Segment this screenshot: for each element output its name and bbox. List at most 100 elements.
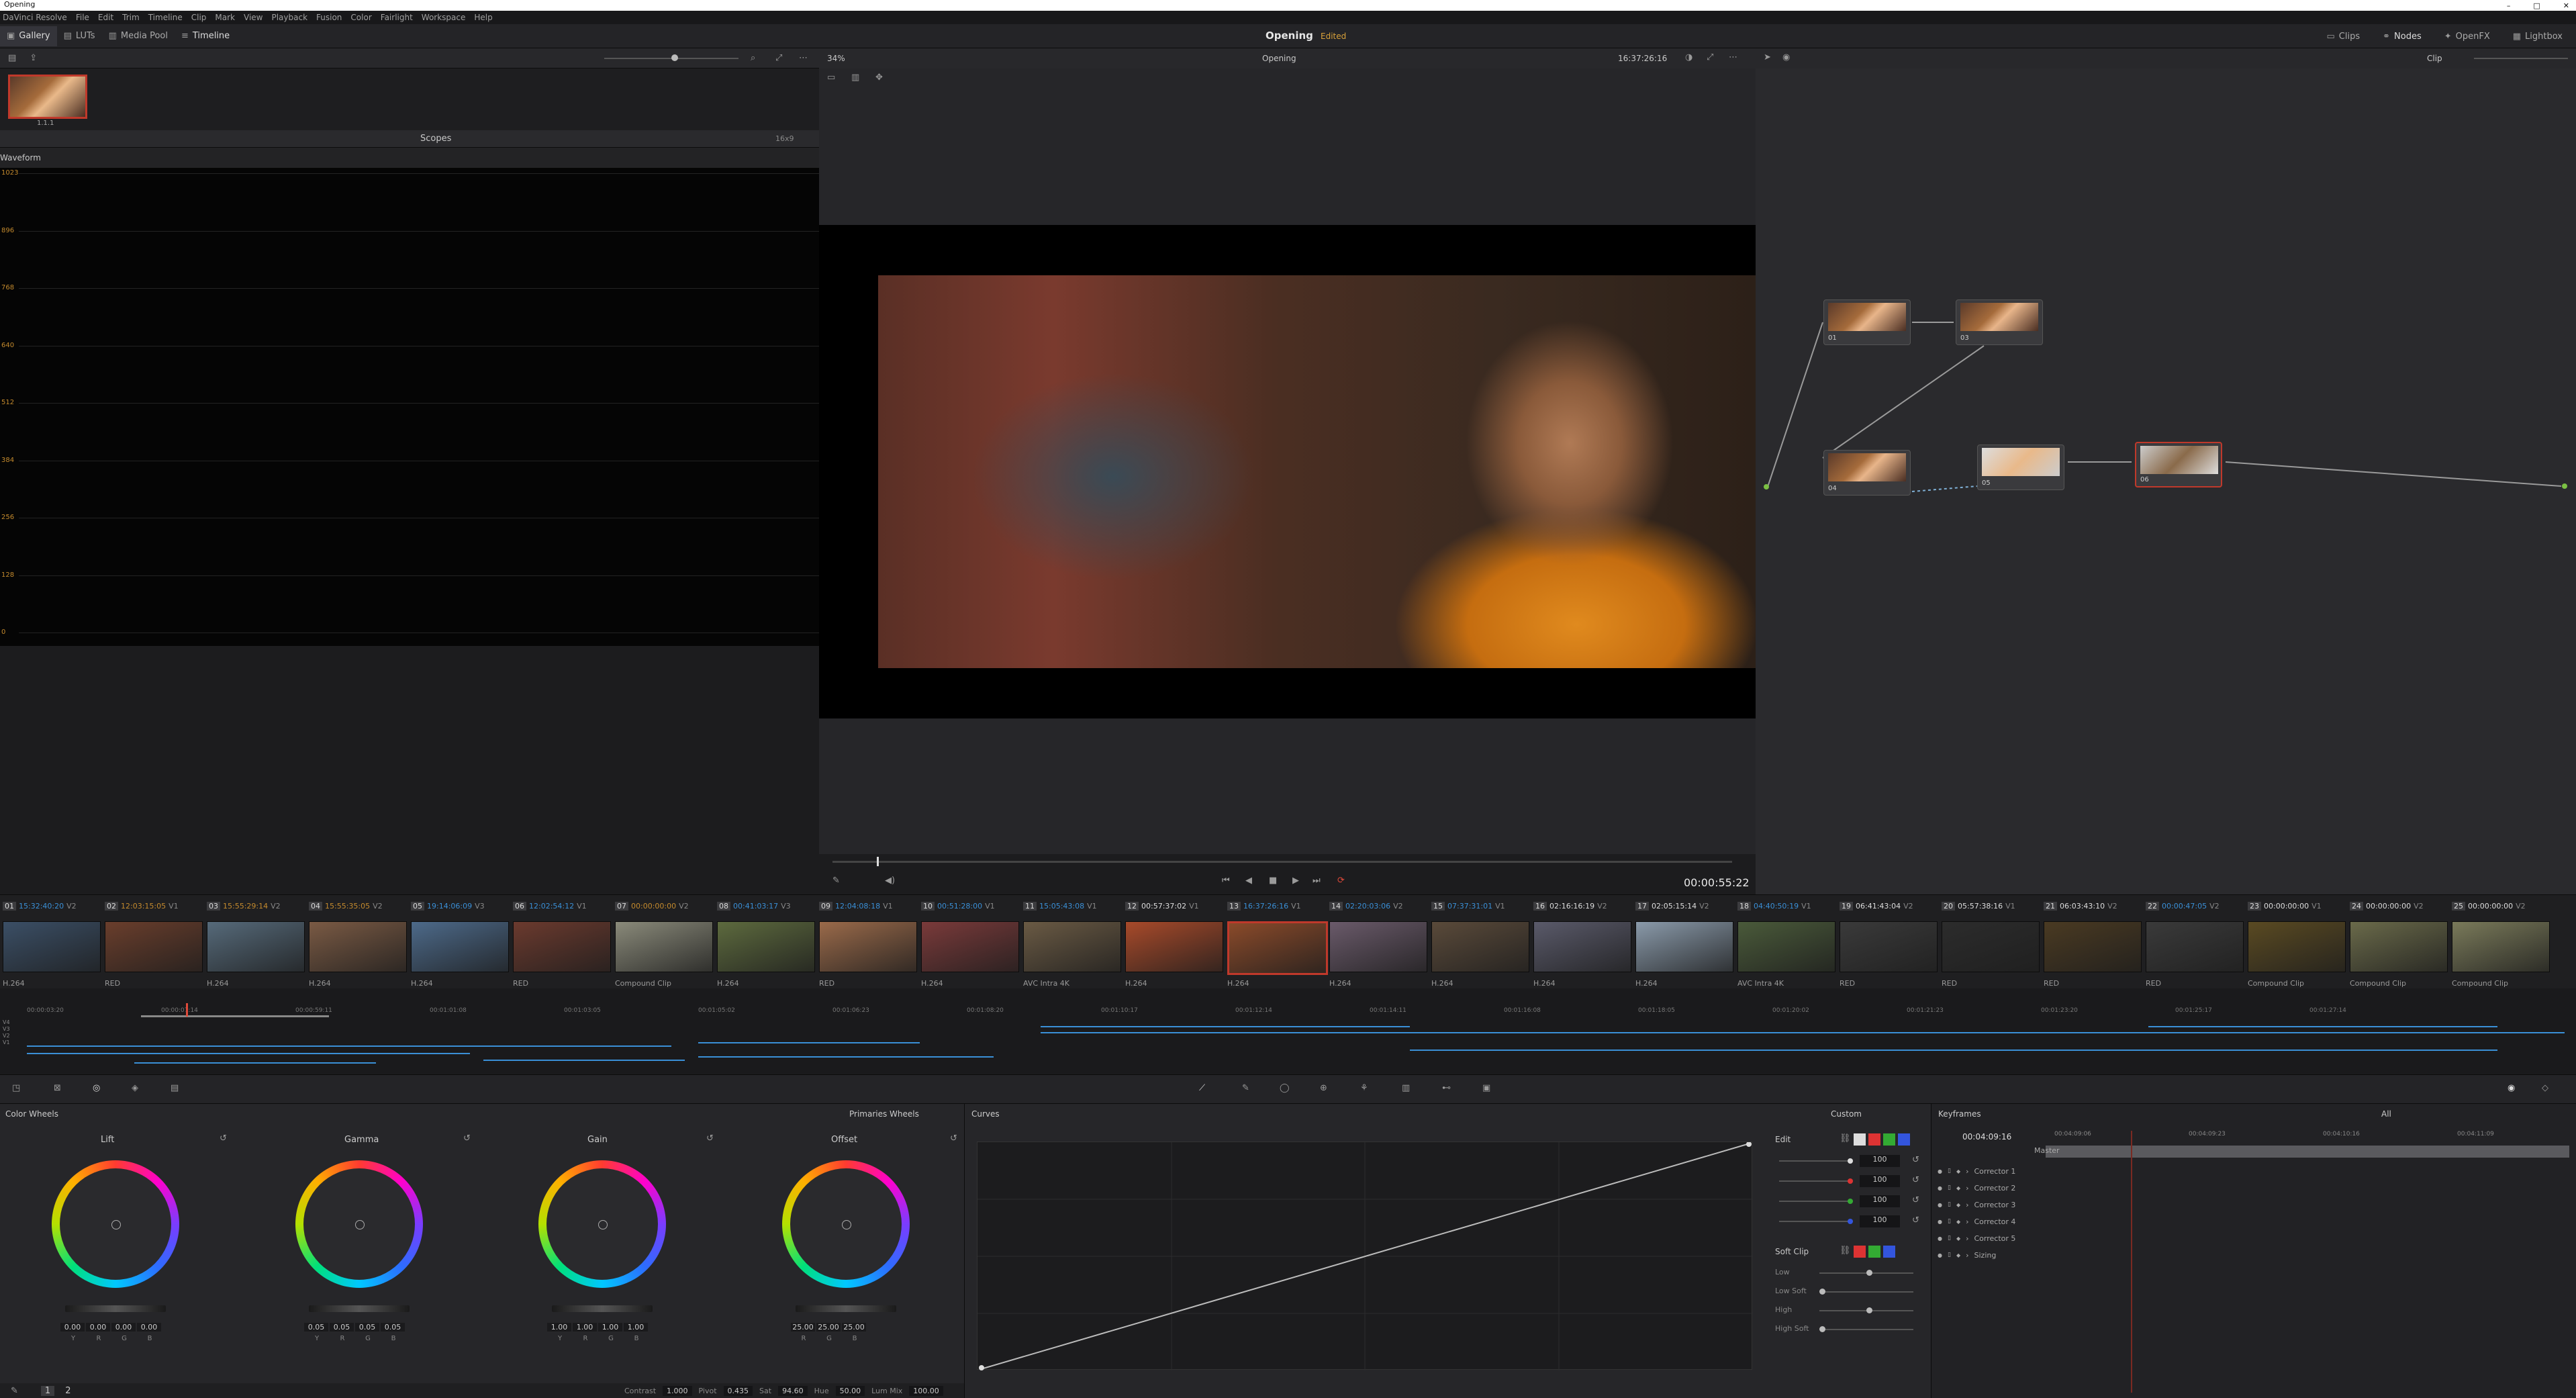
channel-y-button[interactable] (1853, 1133, 1866, 1146)
wheel-value-field[interactable]: 0.05 (330, 1323, 354, 1332)
channel-r-button[interactable] (1868, 1133, 1880, 1146)
clip-thumbnail[interactable] (1431, 921, 1529, 972)
master-wheel-slider[interactable] (796, 1305, 896, 1312)
clip-thumbnail[interactable] (105, 921, 203, 972)
reset-icon[interactable]: ↺ (463, 1133, 471, 1144)
keyframe-row[interactable]: ● ▯ ◆ › Corrector 1 (1938, 1164, 2015, 1178)
pointer-icon[interactable]: ➤ (1764, 52, 1771, 62)
mini-timeline[interactable] (0, 988, 2576, 1074)
node-mode-select[interactable]: Clip (2427, 54, 2442, 63)
node-zoom-slider[interactable] (2474, 58, 2568, 59)
lock-icon[interactable]: ▯ (1948, 1184, 1951, 1191)
track-clip-segment[interactable] (698, 1056, 994, 1058)
hdr-icon[interactable]: ◈ (132, 1083, 138, 1093)
menu-file[interactable]: File (76, 13, 89, 22)
keyframe-diamond-icon[interactable]: ◆ (1956, 1219, 1960, 1225)
viewer-timeline-name[interactable]: Opening (1262, 54, 1296, 63)
curves-mode-select[interactable]: Custom (1831, 1109, 1862, 1125)
soft-clip-handle[interactable] (1819, 1289, 1825, 1295)
clip-thumbnail[interactable] (1737, 921, 1835, 972)
auto-balance-icon[interactable]: ✎ (11, 1386, 18, 1396)
edit-slider[interactable] (1779, 1201, 1853, 1202)
menu-trim[interactable]: Trim (122, 13, 140, 22)
edit-value-field[interactable]: 100 (1860, 1215, 1900, 1227)
clip-thumbnail[interactable] (411, 921, 509, 972)
maximize-icon[interactable]: □ (2533, 1, 2540, 10)
viewer-zoom[interactable]: 34% (827, 54, 845, 63)
master-wheel-slider[interactable] (65, 1305, 166, 1312)
clips-button[interactable]: ▭ Clips (2320, 26, 2367, 46)
tracker-icon[interactable]: ⊕ (1320, 1083, 1327, 1093)
keyframe-diamond-icon[interactable]: ◆ (1956, 1168, 1960, 1174)
highlight-icon[interactable]: ◉ (1782, 52, 1790, 62)
lock-icon[interactable]: ▯ (1948, 1201, 1951, 1208)
color-match-icon[interactable]: ⊠ (54, 1083, 61, 1093)
track-clip-segment[interactable] (1041, 1032, 2565, 1033)
soft-clip-handle[interactable] (1819, 1326, 1825, 1332)
keyframe-diamond-icon[interactable]: ◆ (1956, 1185, 1960, 1191)
track-clip-segment[interactable] (698, 1042, 920, 1043)
viewer-hand-icon[interactable]: ✥ (875, 73, 883, 83)
lock-icon[interactable]: ▯ (1948, 1235, 1951, 1242)
keyframe-row[interactable]: ● ▯ ◆ › Corrector 3 (1938, 1197, 2015, 1212)
nodes-button[interactable]: ⚭ Nodes (2376, 26, 2428, 46)
close-icon[interactable]: ✕ (2563, 1, 2569, 10)
blur-icon[interactable]: ▥ (1402, 1083, 1410, 1093)
keyframe-diamond-icon[interactable]: ◆ (1956, 1252, 1960, 1258)
gallery-zoom-handle[interactable] (671, 54, 678, 61)
openfx-button[interactable]: ✦ OpenFX (2438, 26, 2497, 46)
minimize-icon[interactable]: – (2507, 1, 2511, 10)
link-icon[interactable]: ⛓ (1840, 1133, 1851, 1146)
viewer-more-icon[interactable]: ⋯ (1729, 52, 1737, 62)
menu-color[interactable]: Color (350, 13, 371, 22)
viewer-split-icon[interactable]: ▥ (851, 73, 859, 83)
adjust-value[interactable]: 1.000 (663, 1385, 692, 1396)
soft-clip-slider[interactable] (1819, 1329, 1913, 1330)
edit-value-field[interactable]: 100 (1860, 1175, 1900, 1187)
track-clip-segment[interactable] (483, 1060, 685, 1061)
edit-value-field[interactable]: 100 (1860, 1155, 1900, 1167)
qualifier-icon[interactable]: ✎ (1242, 1083, 1249, 1093)
play-icon[interactable]: ▶ (1292, 876, 1299, 886)
track-clip-segment[interactable] (134, 1062, 376, 1064)
clip-thumbnail[interactable] (1942, 921, 2040, 972)
mini-timeline-playhead[interactable] (186, 1003, 188, 1017)
edit-slider[interactable] (1779, 1221, 1853, 1222)
jump-start-icon[interactable]: ⏮ (1222, 876, 1230, 886)
link-icon[interactable]: ⛓ (1840, 1246, 1851, 1258)
key-icon[interactable]: ⊷ (1442, 1083, 1451, 1093)
expand-chevron-icon[interactable]: › (1966, 1201, 1968, 1209)
pen-icon[interactable]: ✎ (832, 876, 840, 886)
keyframe-dot-icon[interactable]: ● (1938, 1219, 1942, 1225)
edit-slider-handle[interactable] (1848, 1178, 1853, 1184)
adjust-value[interactable]: 50.00 (835, 1385, 865, 1396)
clip-thumbnail[interactable] (819, 921, 917, 972)
luts-button[interactable]: ▤ LUTs (57, 26, 102, 46)
menu-playback[interactable]: Playback (271, 13, 307, 22)
adjust-value[interactable]: 94.60 (778, 1385, 808, 1396)
menu-workspace[interactable]: Workspace (422, 13, 466, 22)
soft-clip-b-button[interactable] (1882, 1246, 1895, 1258)
edit-slider-handle[interactable] (1848, 1199, 1853, 1204)
wheel-value-field[interactable]: 0.00 (86, 1323, 110, 1332)
wheel-value-field[interactable]: 1.00 (573, 1323, 597, 1332)
adjust-value[interactable]: 0.435 (723, 1385, 753, 1396)
search-icon[interactable]: ⌕ (751, 53, 755, 63)
reset-icon[interactable]: ↺ (1912, 1215, 1919, 1225)
clip-thumbnail[interactable] (1840, 921, 1938, 972)
color-wheels-icon[interactable]: ◎ (93, 1083, 100, 1093)
keyframe-dot-icon[interactable]: ● (1938, 1252, 1942, 1258)
loop-icon[interactable]: ⟳ (1337, 876, 1345, 886)
expand-icon[interactable]: ⤢ (775, 53, 782, 63)
viewer-scrubber[interactable] (832, 861, 1732, 863)
keyframe-diamond-icon[interactable]: ◆ (1956, 1236, 1960, 1242)
reset-icon[interactable]: ↺ (220, 1133, 227, 1144)
keyframes-playhead[interactable] (2131, 1131, 2132, 1393)
wheel-value-field[interactable]: 0.05 (355, 1323, 379, 1332)
clip-thumbnail[interactable] (1227, 921, 1328, 975)
node-03[interactable]: 03 (1956, 299, 2043, 345)
wheel-value-field[interactable]: 0.00 (111, 1323, 136, 1332)
page-2[interactable]: 2 (61, 1386, 75, 1396)
mini-timeline-range[interactable] (141, 1015, 329, 1017)
gallery-button[interactable]: ▣ Gallery (0, 26, 57, 46)
